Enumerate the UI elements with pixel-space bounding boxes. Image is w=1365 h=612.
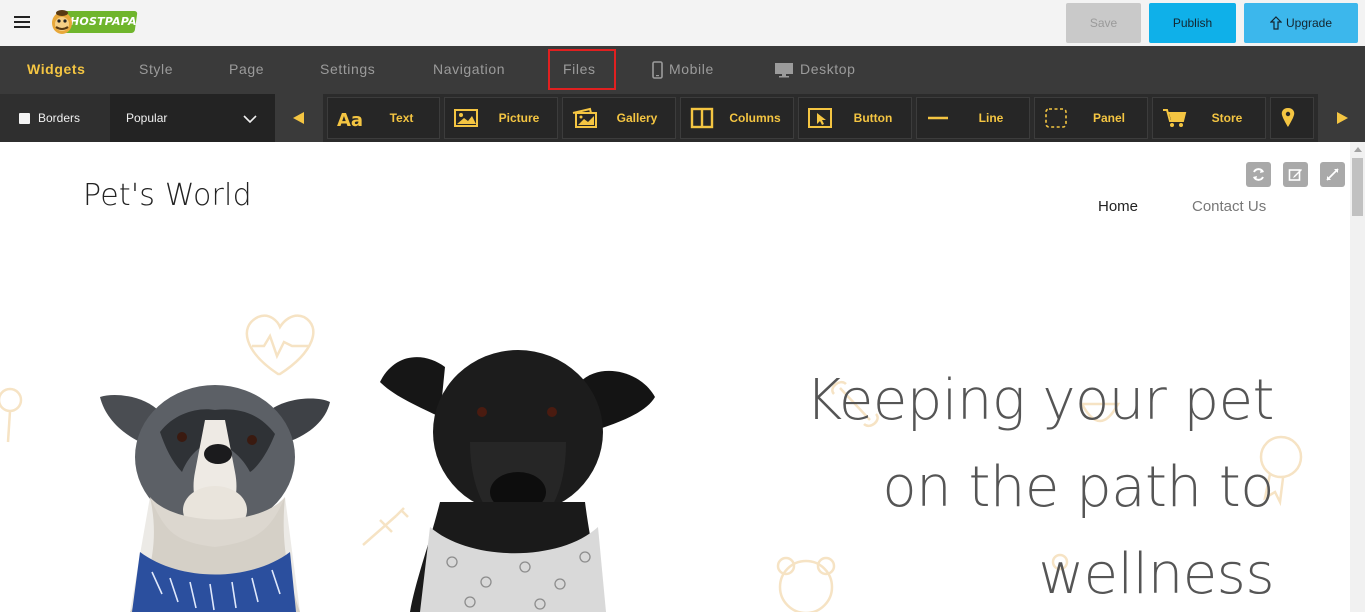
tab-settings[interactable]: Settings xyxy=(320,46,375,92)
widget-text-label: Text xyxy=(389,111,414,125)
main-tab-bar: Widgets Style Page Settings Navigation F… xyxy=(0,46,1365,94)
site-title[interactable]: Pet's World xyxy=(83,178,252,213)
upload-arrow-icon xyxy=(1269,16,1282,30)
borders-toggle[interactable]: Borders xyxy=(0,94,110,142)
top-bar: HOSTPAPA Save Publish Upgrade xyxy=(0,0,1365,46)
tab-mobile-label: Mobile xyxy=(669,61,714,77)
hero-line: Keeping your pet xyxy=(805,368,1274,433)
cursor-icon xyxy=(808,108,832,128)
widget-panel[interactable]: Panel xyxy=(1034,97,1148,139)
widget-bar: Borders Popular Aa Text Picture Gallery … xyxy=(0,94,1365,142)
widget-line-label: Line xyxy=(978,111,1004,125)
scroll-up-arrow-icon[interactable] xyxy=(1354,147,1362,152)
publish-button[interactable]: Publish xyxy=(1149,3,1236,43)
svg-text:Aa: Aa xyxy=(337,110,363,129)
cart-icon xyxy=(1163,109,1187,127)
tab-navigation[interactable]: Navigation xyxy=(433,46,505,92)
mascot-icon xyxy=(52,10,72,34)
hero-headline[interactable]: Keeping your pet on the path to wellness xyxy=(805,357,1274,612)
widgets-scroll-left-button[interactable] xyxy=(275,94,323,142)
widget-button-label: Button xyxy=(853,111,893,125)
left-dog-illustration xyxy=(100,385,330,612)
widget-line[interactable]: Line xyxy=(916,97,1030,139)
panel-icon xyxy=(1045,108,1067,128)
text-icon: Aa xyxy=(337,110,363,129)
site-nav-home[interactable]: Home xyxy=(1098,198,1138,215)
files-highlight-box xyxy=(548,49,616,90)
tab-desktop-label: Desktop xyxy=(800,61,856,77)
publish-label: Publish xyxy=(1172,16,1213,30)
widget-picture-label: Picture xyxy=(498,111,540,125)
hero-line: on the path to xyxy=(882,455,1274,520)
edit-icon[interactable] xyxy=(1283,162,1308,187)
widget-gallery[interactable]: Gallery xyxy=(562,97,676,139)
widget-picture[interactable]: Picture xyxy=(444,97,558,139)
widget-category-select[interactable]: Popular xyxy=(110,94,275,142)
widget-store[interactable]: Store xyxy=(1152,97,1266,139)
widget-store-label: Store xyxy=(1211,111,1243,125)
widgets-scroll-right-button[interactable] xyxy=(1318,94,1365,142)
expand-icon[interactable] xyxy=(1320,162,1345,187)
caret-left-icon xyxy=(293,112,304,124)
widget-text[interactable]: Aa Text xyxy=(327,97,440,139)
refresh-icon[interactable] xyxy=(1246,162,1271,187)
scrollbar-thumb[interactable] xyxy=(1352,158,1363,216)
chevron-down-icon xyxy=(243,115,257,123)
widget-columns-label: Columns xyxy=(729,111,781,125)
line-icon xyxy=(928,116,948,120)
widget-panel-label: Panel xyxy=(1092,111,1125,125)
widget-map[interactable] xyxy=(1270,97,1314,139)
tab-mobile[interactable]: Mobile xyxy=(652,46,714,92)
save-button[interactable]: Save xyxy=(1066,3,1141,43)
logo-text: HOSTPAPA xyxy=(70,15,137,28)
widget-columns[interactable]: Columns xyxy=(680,97,794,139)
upgrade-button[interactable]: Upgrade xyxy=(1244,3,1358,43)
site-preview-canvas[interactable]: Pet's World Home Contact Us Keeping your… xyxy=(0,142,1350,612)
widget-button[interactable]: Button xyxy=(798,97,912,139)
hero-line: wellness xyxy=(1038,542,1274,607)
caret-right-icon xyxy=(1336,112,1348,124)
site-nav-contact-us[interactable]: Contact Us xyxy=(1192,198,1266,215)
tab-widgets[interactable]: Widgets xyxy=(27,46,86,92)
picture-icon xyxy=(454,109,478,127)
category-selected-label: Popular xyxy=(126,111,168,125)
hamburger-menu-icon[interactable] xyxy=(14,16,30,30)
tab-page[interactable]: Page xyxy=(229,46,264,92)
upgrade-label: Upgrade xyxy=(1285,16,1333,30)
tab-style[interactable]: Style xyxy=(139,46,173,92)
desktop-icon xyxy=(775,63,793,78)
gallery-icon xyxy=(572,107,597,128)
tab-desktop[interactable]: Desktop xyxy=(774,46,856,92)
map-pin-icon xyxy=(1281,108,1295,127)
mobile-icon xyxy=(652,61,663,80)
page-scrollbar[interactable] xyxy=(1350,142,1365,612)
hostpapa-logo[interactable]: HOSTPAPA xyxy=(50,7,138,37)
columns-icon xyxy=(690,107,714,129)
widget-gallery-label: Gallery xyxy=(616,111,658,125)
borders-checkbox[interactable] xyxy=(19,112,30,124)
borders-label: Borders xyxy=(38,111,81,125)
right-dog-illustration xyxy=(380,350,655,612)
